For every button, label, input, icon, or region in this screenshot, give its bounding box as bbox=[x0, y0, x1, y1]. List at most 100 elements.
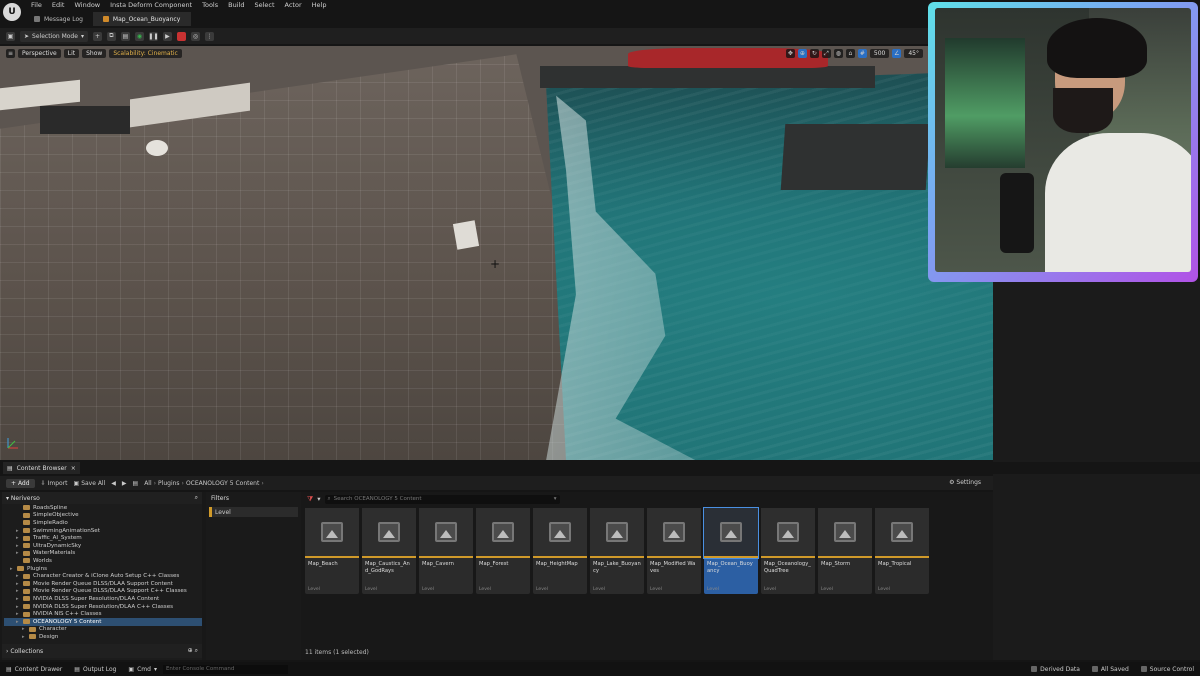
platforms-icon[interactable]: ◉ bbox=[134, 31, 144, 41]
menu-item[interactable]: Tools bbox=[202, 1, 218, 9]
perspective-button[interactable]: Perspective bbox=[18, 49, 61, 58]
console-command-input[interactable]: Enter Console Command bbox=[162, 664, 288, 674]
grid-snap-icon[interactable]: # bbox=[857, 49, 867, 58]
hamburger-icon[interactable]: ≡ bbox=[6, 49, 15, 58]
asset-tile[interactable]: Map_Lake_Buoyancy Level bbox=[590, 508, 644, 594]
caret-icon[interactable]: ▸ bbox=[22, 626, 26, 632]
tab-message-log[interactable]: Message Log bbox=[24, 12, 93, 26]
tree-item[interactable]: ▸ Character Creator & iClone Auto Setup C… bbox=[4, 572, 202, 580]
caret-icon[interactable]: ▸ bbox=[22, 634, 26, 640]
asset-tile[interactable]: Map_Cavern Level bbox=[419, 508, 473, 594]
level-viewport[interactable]: + ≡ Perspective Lit Show Scalability: Ci… bbox=[0, 46, 993, 460]
asset-tile[interactable]: Map_Modified Waves Level bbox=[647, 508, 701, 594]
caret-icon[interactable]: ▸ bbox=[16, 543, 20, 549]
save-icon[interactable]: ▣ bbox=[6, 31, 15, 41]
tree-item[interactable]: RoadsSpline bbox=[4, 504, 202, 512]
tree-item[interactable]: ▸ Traffic_AI_System bbox=[4, 534, 202, 542]
close-icon[interactable]: × bbox=[71, 465, 76, 472]
content-drawer-button[interactable]: ▤ Content Drawer bbox=[0, 666, 68, 673]
caret-icon[interactable]: ▸ bbox=[10, 566, 14, 572]
asset-search-input[interactable]: ⌕ Search OCEANOLOGY 5 Content ▾ bbox=[324, 494, 560, 504]
asset-tile[interactable]: Map_Oceanology_QuadTree Level bbox=[761, 508, 815, 594]
tree-item[interactable]: ▸ Movie Render Queue DLSS/DLAA Support Co… bbox=[4, 580, 202, 588]
caret-icon[interactable]: ▸ bbox=[16, 573, 20, 579]
menu-item[interactable]: File bbox=[31, 1, 42, 9]
select-tool-icon[interactable]: ⊕ bbox=[797, 49, 807, 58]
move-tool-icon[interactable]: ✥ bbox=[785, 49, 795, 58]
history-back-icon[interactable]: ◀ bbox=[111, 480, 116, 487]
menu-item[interactable]: Insta Deform Component bbox=[110, 1, 192, 9]
show-button[interactable]: Show bbox=[82, 49, 107, 58]
lit-button[interactable]: Lit bbox=[63, 49, 80, 58]
tree-item[interactable]: ▸ NVIDIA DLSS Super Resolution/DLAA Conte… bbox=[4, 595, 202, 603]
menu-item[interactable]: Select bbox=[254, 1, 274, 9]
caret-icon[interactable]: ▸ bbox=[16, 581, 20, 587]
asset-tile[interactable]: Map_Storm Level bbox=[818, 508, 872, 594]
caret-icon[interactable]: ▸ bbox=[16, 528, 20, 534]
asset-tile[interactable]: Map_Caustics_And_GodRays Level bbox=[362, 508, 416, 594]
search-icon[interactable]: ⌕ bbox=[195, 647, 198, 654]
settings-button[interactable]: ⚙ Settings bbox=[949, 479, 981, 486]
caret-icon[interactable]: ▸ bbox=[16, 619, 20, 625]
tree-item[interactable]: ▸ UltraDynamicSky bbox=[4, 542, 202, 550]
tree-item[interactable]: SimpleRadio bbox=[4, 519, 202, 527]
save-all-button[interactable]: ▣ Save All bbox=[74, 480, 106, 487]
caret-icon[interactable]: ▸ bbox=[16, 611, 20, 617]
asset-tile[interactable]: Map_Beach Level bbox=[305, 508, 359, 594]
derived-data-button[interactable]: Derived Data bbox=[1025, 666, 1086, 673]
source-control-button[interactable]: Source Control bbox=[1135, 666, 1200, 673]
pause-icon[interactable]: ❚❚ bbox=[148, 31, 158, 41]
add-collection-icon[interactable]: ⊕ bbox=[188, 647, 193, 654]
breadcrumb-item-oceanology[interactable]: OCEANOLOGY 5 Content bbox=[186, 480, 259, 487]
rotation-snap-icon[interactable]: ∠ bbox=[892, 49, 902, 58]
rotate-tool-icon[interactable]: ↻ bbox=[809, 49, 819, 58]
breadcrumb-item-plugins[interactable]: Plugins bbox=[158, 480, 180, 487]
filter-icon[interactable]: ⧩ bbox=[307, 495, 313, 504]
blueprint-icon[interactable]: ⧉ bbox=[106, 31, 116, 41]
all-saved-button[interactable]: All Saved bbox=[1086, 666, 1135, 673]
tree-item[interactable]: ▸ SwimmingAnimationSet bbox=[4, 527, 202, 535]
import-button[interactable]: ⇩ Import bbox=[41, 480, 68, 487]
asset-tile[interactable]: Map_Forest Level bbox=[476, 508, 530, 594]
chevron-down-icon[interactable]: ▾ bbox=[554, 496, 557, 502]
tree-item[interactable]: ▸ Plugins bbox=[4, 565, 202, 573]
scalability-warning[interactable]: Scalability: Cinematic bbox=[109, 49, 182, 58]
world-icon[interactable]: ◍ bbox=[833, 49, 843, 58]
caret-icon[interactable]: ▸ bbox=[16, 604, 20, 610]
grid-size-value[interactable]: 500 bbox=[869, 49, 890, 58]
tree-item[interactable]: ▸ WaterMaterials bbox=[4, 550, 202, 558]
play-icon[interactable]: ▶ bbox=[162, 31, 172, 41]
asset-tile[interactable]: Map_Tropical Level bbox=[875, 508, 929, 594]
asset-tile[interactable]: Map_Ocean_Buoyancy Level bbox=[703, 507, 759, 594]
tree-item[interactable]: SimpleObjective bbox=[4, 512, 202, 520]
sources-header[interactable]: ▾ Neriverso ⌕ bbox=[2, 492, 202, 504]
filter-level[interactable]: Level bbox=[209, 507, 298, 517]
tree-item[interactable]: ▸ OCEANOLOGY 5 Content bbox=[4, 617, 202, 626]
output-log-button[interactable]: ▤ Output Log bbox=[68, 666, 122, 673]
tab-content-browser[interactable]: ▤ Content Browser × bbox=[3, 462, 80, 474]
menu-item[interactable]: Actor bbox=[285, 1, 302, 9]
unreal-logo-icon[interactable]: U bbox=[3, 3, 21, 21]
search-icon[interactable]: ⌕ bbox=[195, 494, 198, 502]
tree-item[interactable]: ▸ NVIDIA NIS C++ Classes bbox=[4, 610, 202, 618]
tree-item[interactable]: Worlds bbox=[4, 557, 202, 565]
eject-gamepad-icon[interactable]: ◎ bbox=[190, 31, 200, 41]
add-button[interactable]: + Add bbox=[6, 478, 35, 488]
caret-icon[interactable]: ▸ bbox=[16, 588, 20, 594]
tree-item[interactable]: ▸ Movie Render Queue DLSS/DLAA Support C+… bbox=[4, 588, 202, 596]
rotation-snap-value[interactable]: 45° bbox=[904, 49, 923, 58]
caret-icon[interactable]: ▸ bbox=[16, 596, 20, 602]
history-forward-icon[interactable]: ▶ bbox=[122, 480, 127, 487]
more-options-icon[interactable]: ⋮ bbox=[204, 31, 214, 41]
stop-icon[interactable] bbox=[176, 31, 186, 41]
menu-item[interactable]: Window bbox=[74, 1, 100, 9]
breadcrumb-item-all[interactable]: All bbox=[144, 480, 151, 487]
asset-tile[interactable]: Map_HeightMap Level bbox=[533, 508, 587, 594]
tree-item[interactable]: ▸ NVIDIA DLSS Super Resolution/DLAA C++ C… bbox=[4, 603, 202, 611]
caret-icon[interactable]: ▸ bbox=[16, 535, 20, 541]
cinematics-icon[interactable]: ▤ bbox=[120, 31, 130, 41]
caret-icon[interactable]: ▸ bbox=[16, 550, 20, 556]
surface-snap-icon[interactable]: ⌂ bbox=[845, 49, 855, 58]
scale-tool-icon[interactable]: ⤢ bbox=[821, 49, 831, 58]
menu-item[interactable]: Help bbox=[312, 1, 327, 9]
